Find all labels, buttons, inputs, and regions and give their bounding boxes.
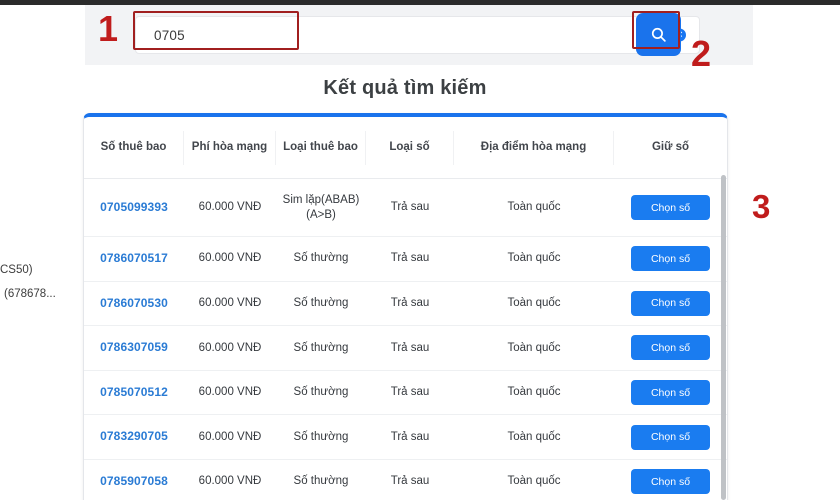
app-root: 0705 ✕ 1 2 3 CS50) (678678... Kết quả tì…: [0, 0, 840, 500]
cell-phi-hoa-mang: 60.000 VNĐ: [198, 201, 262, 214]
cell-dia-diem-hoa-mang: Toàn quốc: [507, 296, 561, 309]
phone-number-link[interactable]: 0785070512: [100, 385, 168, 401]
cell-so-thue-bao: 0705099393: [84, 200, 184, 216]
results-table: Số thuê bao Phí hòa mạng Loại thuê bao L…: [84, 117, 727, 500]
cell-phi-hoa-mang: 60.000 VNĐ: [198, 341, 262, 354]
cell-giu-so: Chọn số: [614, 335, 727, 361]
cell-loai-thue-bao: Số thường: [293, 252, 349, 265]
cell-loai-so: Trả sau: [390, 430, 430, 443]
search-bar-region: 0705 ✕: [85, 5, 753, 65]
cell-loai-so: Trả sau: [390, 475, 430, 488]
cell-so-thue-bao: 0786307059: [84, 340, 184, 356]
choose-number-button[interactable]: Chọn số: [631, 424, 710, 450]
annotation-number-2: 2: [691, 33, 712, 74]
cell-phi-hoa-mang: 60.000 VNĐ: [198, 252, 262, 265]
column-header-phi-hoa-mang: Phí hòa mạng: [184, 130, 276, 165]
cell-loai-so: Trả sau: [390, 252, 430, 265]
annotation-number-1: 1: [98, 8, 119, 49]
cell-phi-hoa-mang: 60.000 VNĐ: [198, 430, 262, 443]
annotation-number-3: 3: [752, 188, 771, 225]
table-row: 0786307059 60.000 VNĐ Số thường Trả sau Toàn…: [84, 326, 727, 371]
cell-so-thue-bao: 0786070517: [84, 251, 184, 267]
cell-loai-thue-bao: Số thường: [293, 386, 349, 399]
table-row: 0705099393 60.000 VNĐ Sim lặp(ABAB) (A>B) T…: [84, 179, 727, 237]
cell-loai-thue-bao: Số thường: [293, 296, 349, 309]
cell-loai-thue-bao: Số thường: [293, 475, 349, 488]
phone-number-link[interactable]: 0786070517: [100, 251, 168, 267]
edge-text-fragment-2: (678678...: [4, 288, 56, 300]
search-button[interactable]: [636, 13, 681, 56]
cell-giu-so: Chọn số: [614, 195, 727, 220]
cell-loai-so: Trả sau: [390, 296, 430, 309]
page-title: Kết quả tìm kiếm: [323, 77, 487, 99]
cell-so-thue-bao: 0786070530: [84, 296, 184, 312]
search-input[interactable]: 0705 ✕: [135, 16, 700, 54]
table-row: 0783290705 60.000 VNĐ Số thường Trả sau Toàn…: [84, 415, 727, 460]
cell-loai-so: Trả sau: [390, 386, 430, 399]
cell-dia-diem-hoa-mang: Toàn quốc: [507, 252, 561, 265]
cell-dia-diem-hoa-mang: Toàn quốc: [507, 475, 561, 488]
cell-giu-so: Chọn số: [614, 246, 727, 272]
table-row: 0786070517 60.000 VNĐ Số thường Trả sau Toàn…: [84, 237, 727, 282]
cell-so-thue-bao: 0785070512: [84, 385, 184, 401]
phone-number-link[interactable]: 0786307059: [100, 340, 168, 356]
cell-dia-diem-hoa-mang: Toàn quốc: [507, 341, 561, 354]
cell-so-thue-bao: 0783290705: [84, 429, 184, 445]
table-scrollbar[interactable]: [721, 175, 726, 500]
column-header-so-thue-bao: Số thuê bao: [84, 130, 184, 165]
cell-giu-so: Chọn số: [614, 290, 727, 316]
results-card: Số thuê bao Phí hòa mạng Loại thuê bao L…: [83, 113, 728, 500]
table-header-row: Số thuê bao Phí hòa mạng Loại thuê bao L…: [84, 117, 727, 179]
choose-number-button[interactable]: Chọn số: [631, 380, 710, 406]
search-icon: [651, 27, 666, 42]
column-header-giu-so: Giữ số: [651, 140, 690, 153]
cell-loai-thue-bao: Số thường: [293, 341, 349, 354]
table-body: 0705099393 60.000 VNĐ Sim lặp(ABAB) (A>B) T…: [84, 179, 727, 500]
cell-dia-diem-hoa-mang: Toàn quốc: [507, 430, 561, 443]
cell-loai-so: Trả sau: [390, 201, 430, 214]
cell-dia-diem-hoa-mang: Toàn quốc: [507, 201, 561, 214]
cell-loai-thue-bao: Số thường: [293, 430, 349, 443]
cell-phi-hoa-mang: 60.000 VNĐ: [198, 296, 262, 309]
choose-number-button[interactable]: Chọn số: [631, 195, 710, 220]
table-row: 0785070512 60.000 VNĐ Số thường Trả sau Toàn…: [84, 370, 727, 416]
column-header-loai-thue-bao: Loại thuê bao: [276, 130, 366, 165]
phone-number-link[interactable]: 0705099393: [100, 200, 168, 216]
phone-number-link[interactable]: 0786070530: [100, 296, 168, 312]
cell-loai-so: Trả sau: [390, 341, 430, 354]
column-header-loai-so: Loại số: [366, 130, 454, 165]
search-input-value: 0705: [154, 27, 185, 43]
choose-number-button[interactable]: Chọn số: [631, 246, 710, 272]
phone-number-link[interactable]: 0785907058: [100, 474, 168, 490]
column-header-dia-diem-hoa-mang: Địa điểm hòa mạng: [454, 130, 614, 165]
choose-number-button[interactable]: Chọn số: [631, 469, 710, 495]
table-row: 0785907058 60.000 VNĐ Số thường Trả sau Toàn…: [84, 459, 727, 500]
edge-text-fragment-1: CS50): [0, 264, 33, 276]
cell-giu-so: Chọn số: [614, 380, 727, 406]
cell-loai-thue-bao: Sim lặp(ABAB) (A>B): [282, 193, 360, 221]
cell-phi-hoa-mang: 60.000 VNĐ: [198, 475, 262, 488]
cell-giu-so: Chọn số: [614, 424, 727, 450]
cell-so-thue-bao: 0785907058: [84, 474, 184, 490]
choose-number-button[interactable]: Chọn số: [631, 290, 710, 316]
phone-number-link[interactable]: 0783290705: [100, 429, 168, 445]
cell-dia-diem-hoa-mang: Toàn quốc: [507, 386, 561, 399]
cell-phi-hoa-mang: 60.000 VNĐ: [198, 386, 262, 399]
table-row: 0786070530 60.000 VNĐ Số thường Trả sau Toàn…: [84, 281, 727, 327]
choose-number-button[interactable]: Chọn số: [631, 335, 710, 361]
cell-giu-so: Chọn số: [614, 469, 727, 495]
